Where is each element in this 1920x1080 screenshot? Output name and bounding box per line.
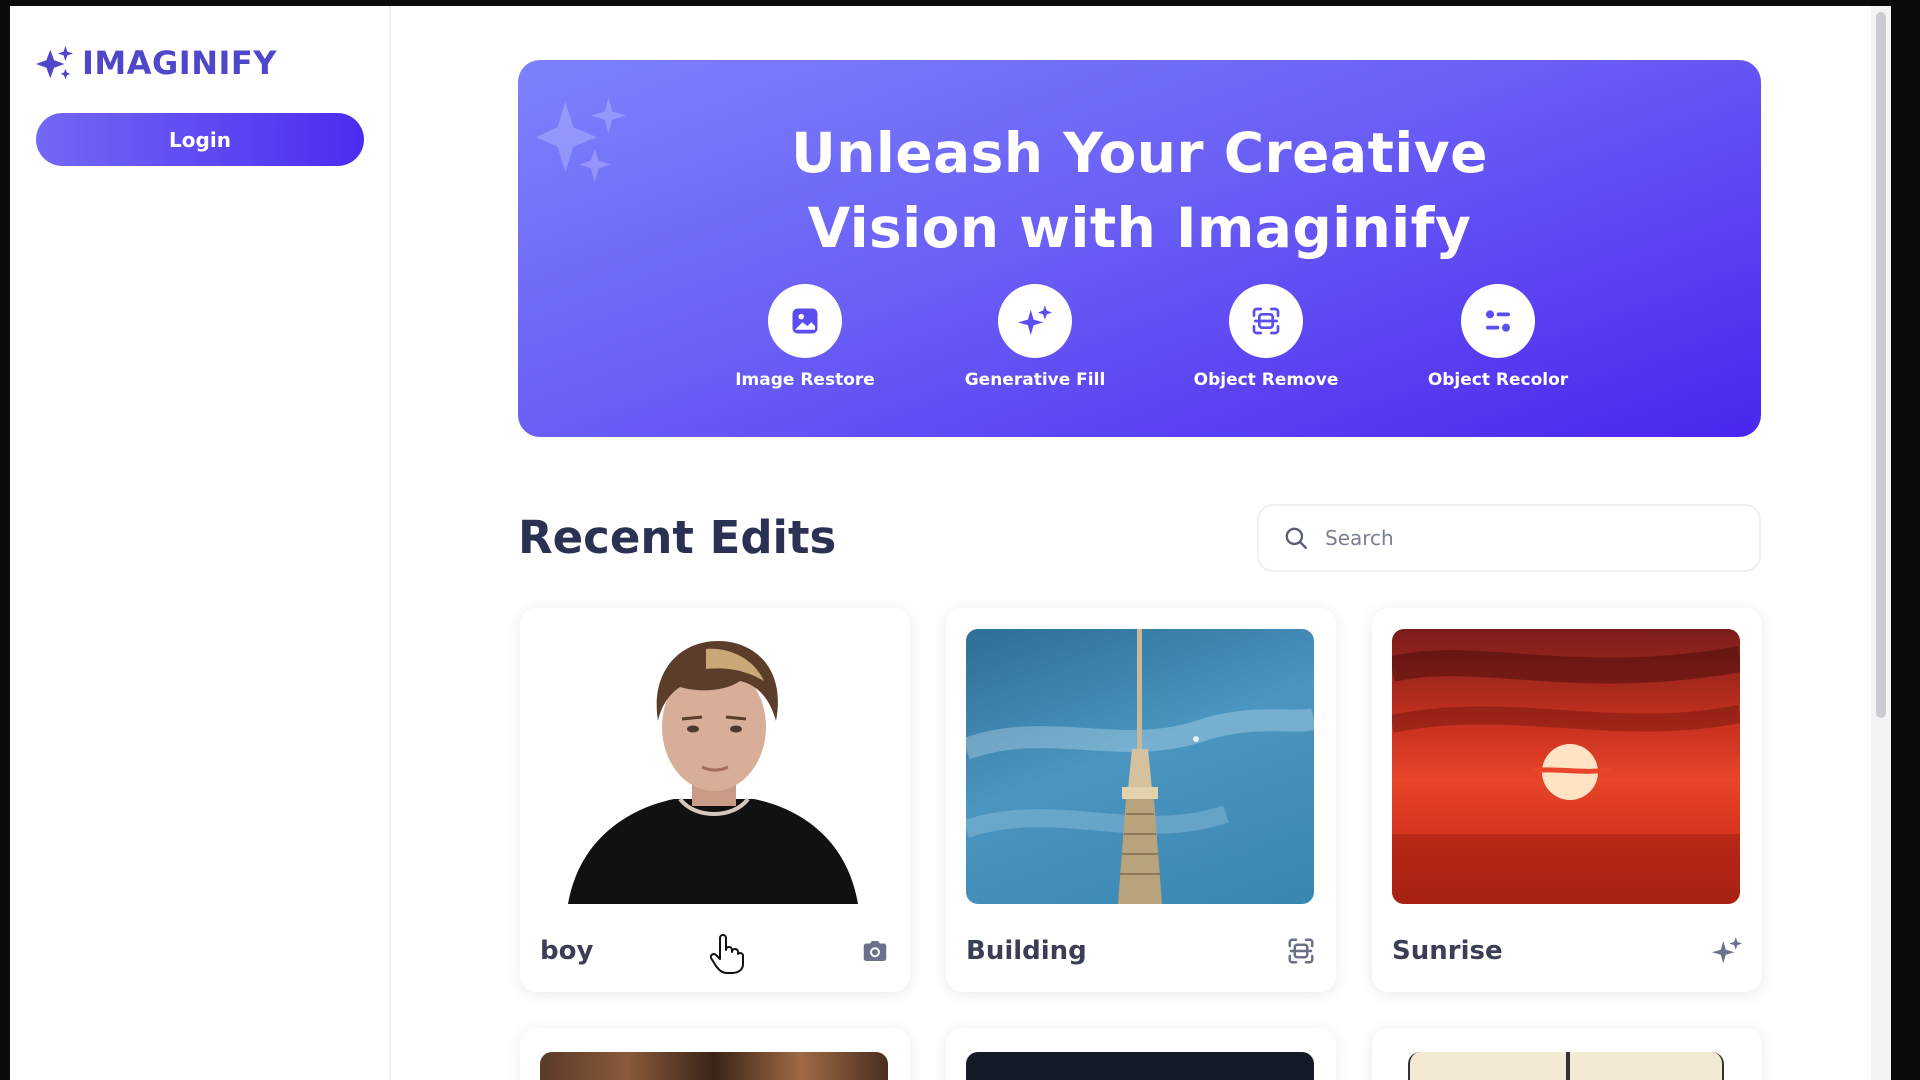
filter-icon xyxy=(1486,310,1510,332)
sunset-image xyxy=(1392,646,1740,904)
brand-name: IMAGINIFY xyxy=(82,44,277,82)
hero-title-line-1: Unleash Your Creative xyxy=(791,121,1488,185)
hero-banner: Unleash Your Creative Vision with Imagin… xyxy=(518,60,1761,437)
page-scrollbar[interactable] xyxy=(1871,6,1891,1080)
image-thumbnail xyxy=(966,1052,1314,1080)
tool-label: Image Restore xyxy=(735,370,875,390)
search-box[interactable] xyxy=(1257,504,1761,572)
tool-object-recolor[interactable]: Object Recolor xyxy=(1408,284,1588,390)
portrait-image xyxy=(568,641,858,904)
tool-label: Object Recolor xyxy=(1427,370,1569,390)
divider xyxy=(1566,1052,1570,1080)
image-thumbnail xyxy=(1408,1052,1724,1080)
tool-image-restore[interactable]: Image Restore xyxy=(715,284,895,390)
login-button[interactable]: Login xyxy=(36,113,364,166)
tool-icon-circle xyxy=(998,284,1072,358)
hero-title-line-2: Vision with Imaginify xyxy=(807,196,1472,260)
image-thumbnail xyxy=(1392,629,1740,904)
tool-label: Generative Fill xyxy=(964,370,1106,390)
sparkles-icon xyxy=(1018,305,1052,336)
scrollbar-thumb[interactable] xyxy=(1876,12,1886,718)
scan-icon xyxy=(1288,938,1314,964)
section-title: Recent Edits xyxy=(518,511,837,564)
image-thumbnail xyxy=(540,1052,888,1080)
image-thumbnail xyxy=(966,629,1314,904)
search-icon xyxy=(1285,527,1307,549)
tower-image xyxy=(966,629,1314,904)
image-thumbnail xyxy=(540,629,888,904)
logo[interactable]: IMAGINIFY xyxy=(36,44,277,82)
sidebar: IMAGINIFY Login xyxy=(10,6,391,1080)
image-card-partial[interactable] xyxy=(1372,1028,1762,1080)
sparkles-logo-icon xyxy=(36,45,74,80)
camera-icon xyxy=(863,941,887,961)
search-input[interactable] xyxy=(1325,526,1725,550)
image-card-partial[interactable] xyxy=(520,1028,910,1080)
image-icon xyxy=(792,308,818,334)
tool-label: Object Remove xyxy=(1193,370,1339,390)
tool-icon-circle xyxy=(1229,284,1303,358)
card-title: Sunrise xyxy=(1392,936,1503,966)
image-card-partial[interactable] xyxy=(946,1028,1336,1080)
sparkles-icon xyxy=(1712,937,1742,964)
scan-icon xyxy=(1252,307,1280,335)
app-window: IMAGINIFY Login Unleash Your Creative Vi… xyxy=(10,6,1891,1080)
tool-object-remove[interactable]: Object Remove xyxy=(1176,284,1356,390)
card-title: boy xyxy=(540,936,594,966)
image-card-building[interactable]: Building xyxy=(946,608,1336,992)
hand-cursor-icon xyxy=(710,934,744,974)
hero-title: Unleash Your Creative Vision with Imagin… xyxy=(518,116,1761,266)
tool-generative-fill[interactable]: Generative Fill xyxy=(945,284,1125,390)
image-card-sunrise[interactable]: Sunrise xyxy=(1372,608,1762,992)
tool-icon-circle xyxy=(768,284,842,358)
tool-icon-circle xyxy=(1461,284,1535,358)
card-title: Building xyxy=(966,936,1087,966)
